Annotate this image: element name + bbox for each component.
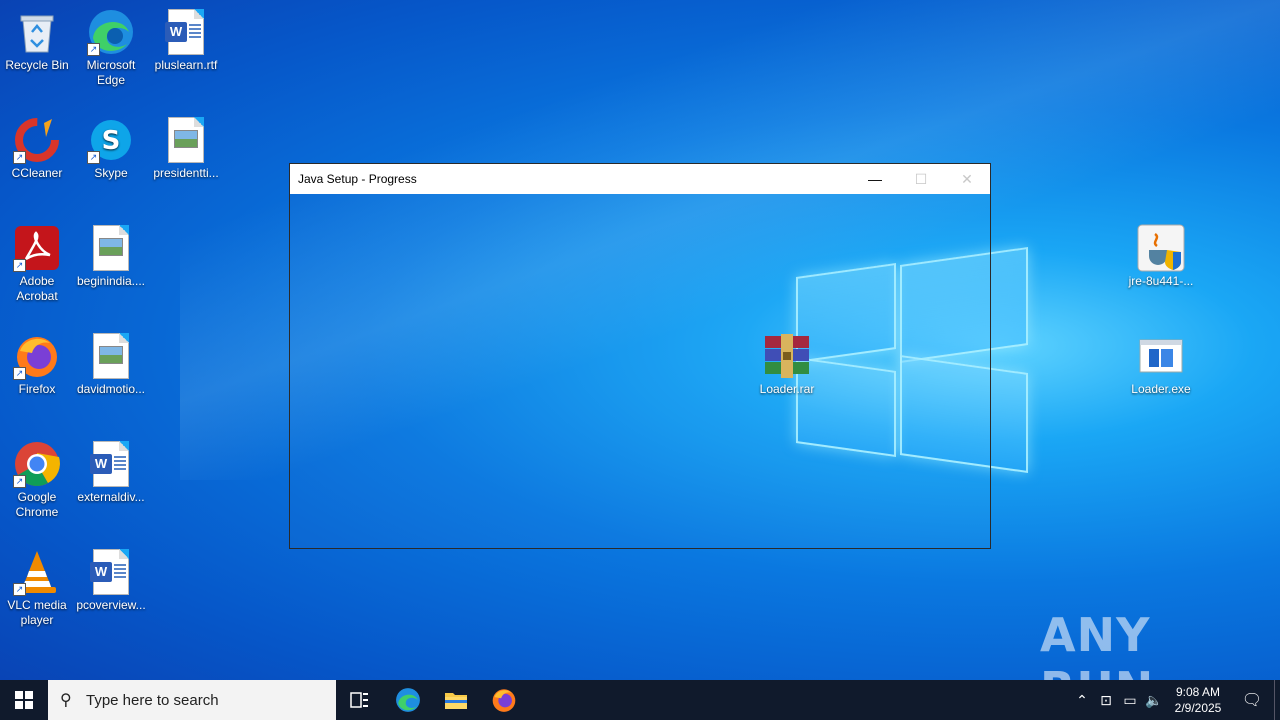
exe-file-icon bbox=[1137, 332, 1185, 380]
taskbar: ⚲ Type here to search ⌃ ⊡ ▭ 🔈 9:08 AM 2/… bbox=[0, 680, 1280, 720]
image-file-icon bbox=[87, 332, 135, 380]
vlc-icon: ↗ bbox=[13, 548, 61, 596]
system-tray: ⌃ ⊡ ▭ 🔈 9:08 AM 2/9/2025 🗨 bbox=[1070, 680, 1280, 720]
desktop-icon-skype[interactable]: S ↗ Skype bbox=[74, 116, 148, 181]
java-installer-icon bbox=[1137, 224, 1185, 272]
image-file-icon bbox=[162, 116, 210, 164]
desktop-icon-jre-installer[interactable]: jre-8u441-... bbox=[1124, 224, 1198, 289]
desktop-icon-pluslearn[interactable]: W pluslearn.rtf bbox=[149, 8, 223, 73]
image-file-icon bbox=[87, 224, 135, 272]
minimize-button[interactable]: — bbox=[852, 164, 898, 194]
task-view-icon bbox=[350, 692, 368, 708]
desktop-icon-vlc[interactable]: ↗ VLC media player bbox=[0, 548, 74, 628]
java-setup-window[interactable]: Java Setup - Progress — ☐ ✕ bbox=[289, 163, 991, 549]
ccleaner-icon: ↗ bbox=[13, 116, 61, 164]
notification-center-icon[interactable]: 🗨 bbox=[1230, 690, 1274, 710]
window-title: Java Setup - Progress bbox=[298, 172, 417, 186]
firefox-icon: ↗ bbox=[13, 332, 61, 380]
taskbar-search-box[interactable]: ⚲ Type here to search bbox=[48, 680, 336, 720]
desktop-icon-externaldiv[interactable]: W externaldiv... bbox=[74, 440, 148, 505]
maximize-button[interactable]: ☐ bbox=[898, 164, 944, 194]
search-placeholder: Type here to search bbox=[86, 691, 219, 709]
desktop-icon-presidentti[interactable]: presidentti... bbox=[149, 116, 223, 181]
word-doc-icon: W bbox=[87, 440, 135, 488]
desktop-icon-beginindia[interactable]: beginindia.... bbox=[74, 224, 148, 289]
window-titlebar[interactable]: Java Setup - Progress — ☐ ✕ bbox=[290, 164, 990, 194]
taskbar-file-explorer-button[interactable] bbox=[432, 680, 480, 720]
acrobat-icon: ↗ bbox=[13, 224, 61, 272]
desktop-icon-loader-exe[interactable]: Loader.exe bbox=[1124, 332, 1198, 397]
show-desktop-button[interactable] bbox=[1274, 680, 1280, 720]
recycle-bin-icon bbox=[13, 8, 61, 56]
clock-date: 2/9/2025 bbox=[1174, 701, 1222, 715]
desktop-icon-pcoverview[interactable]: W pcoverview... bbox=[74, 548, 148, 613]
edge-icon: ↗ bbox=[87, 8, 135, 56]
word-doc-icon: W bbox=[87, 548, 135, 596]
word-doc-icon: W bbox=[162, 8, 210, 56]
svg-text:S: S bbox=[102, 126, 121, 156]
volume-icon[interactable]: 🔈 bbox=[1142, 692, 1166, 709]
start-button[interactable] bbox=[0, 680, 48, 720]
close-button[interactable]: ✕ bbox=[944, 164, 990, 194]
taskbar-firefox-button[interactable] bbox=[480, 680, 528, 720]
network-icon[interactable]: ▭ bbox=[1118, 692, 1142, 709]
edge-icon bbox=[396, 688, 420, 712]
taskbar-clock[interactable]: 9:08 AM 2/9/2025 bbox=[1166, 684, 1230, 716]
taskbar-edge-button[interactable] bbox=[384, 680, 432, 720]
skype-icon: S ↗ bbox=[87, 116, 135, 164]
windows-logo-icon bbox=[15, 691, 33, 709]
window-body bbox=[290, 194, 990, 548]
search-icon: ⚲ bbox=[60, 692, 72, 709]
desktop-icon-davidmotio[interactable]: davidmotio... bbox=[74, 332, 148, 397]
desktop-icon-adobe-acrobat[interactable]: ↗ Adobe Acrobat bbox=[0, 224, 74, 304]
desktop-icon-ccleaner[interactable]: ↗ CCleaner bbox=[0, 116, 74, 181]
chrome-icon: ↗ bbox=[13, 440, 61, 488]
desktop-icon-google-chrome[interactable]: ↗ Google Chrome bbox=[0, 440, 74, 520]
task-view-button[interactable] bbox=[336, 680, 384, 720]
desktop-icon-recycle-bin[interactable]: Recycle Bin bbox=[0, 8, 74, 73]
folder-icon bbox=[445, 693, 467, 709]
clock-time: 9:08 AM bbox=[1175, 685, 1221, 699]
firefox-icon bbox=[492, 689, 516, 712]
desktop-icon-microsoft-edge[interactable]: ↗ Microsoft Edge bbox=[74, 8, 148, 88]
meet-now-icon[interactable]: ⊡ bbox=[1094, 692, 1118, 709]
desktop-icon-firefox[interactable]: ↗ Firefox bbox=[0, 332, 74, 397]
chevron-up-icon[interactable]: ⌃ bbox=[1070, 692, 1094, 709]
